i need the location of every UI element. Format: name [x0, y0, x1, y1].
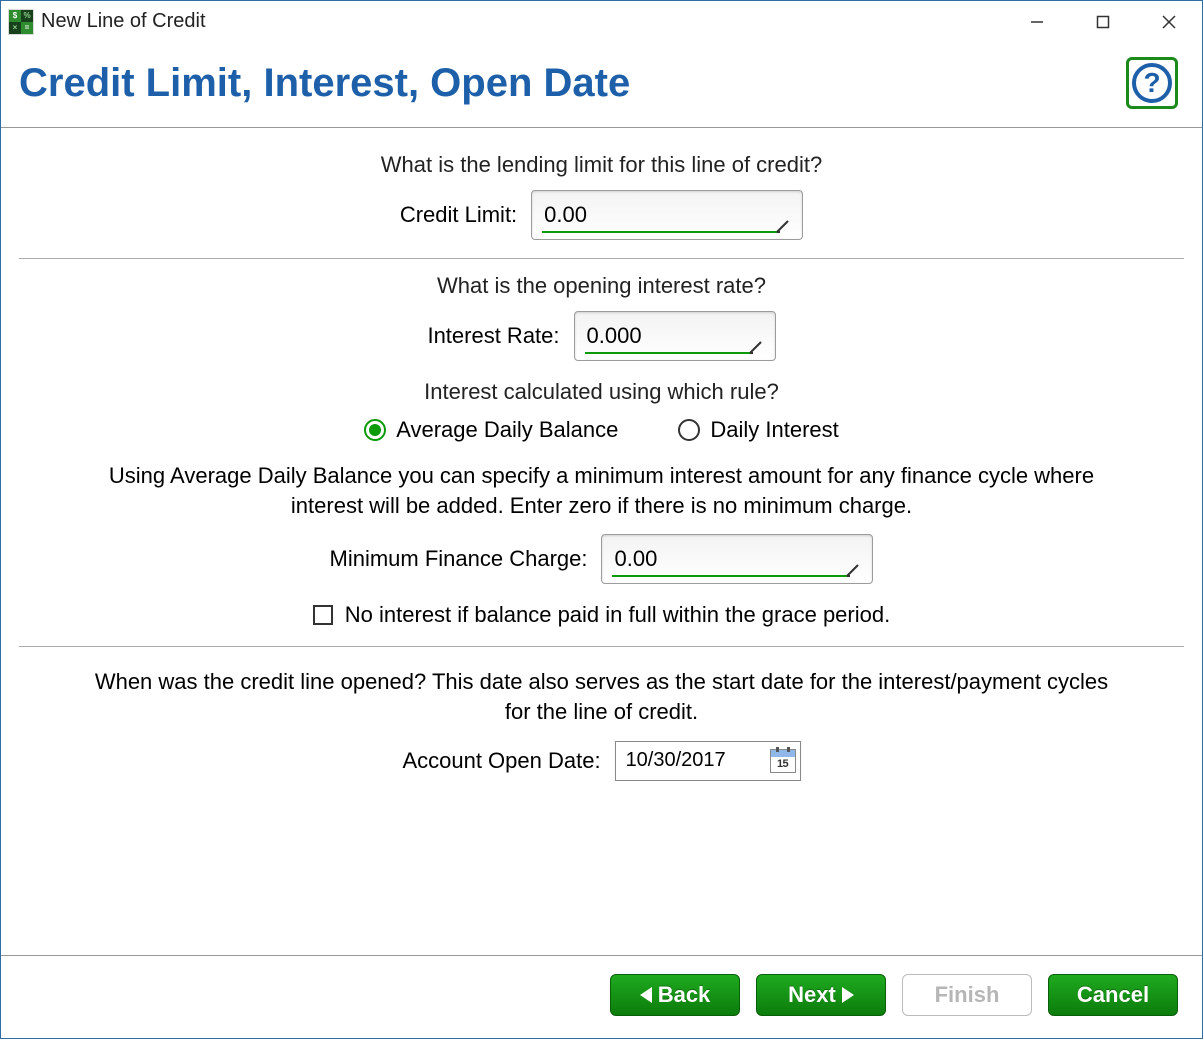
button-label: Next — [788, 982, 836, 1008]
radio-daily-interest[interactable]: Daily Interest — [678, 417, 838, 443]
calendar-button[interactable]: 15 — [766, 742, 800, 780]
min-finance-label: Minimum Finance Charge: — [330, 546, 588, 572]
help-icon: ? — [1132, 63, 1172, 103]
radio-average-daily-balance[interactable]: Average Daily Balance — [364, 417, 618, 443]
min-finance-row: Minimum Finance Charge: — [19, 534, 1184, 584]
open-date-label: Account Open Date: — [402, 748, 600, 774]
minimize-button[interactable] — [1004, 1, 1070, 42]
interest-rate-input-wrapper — [574, 311, 776, 361]
pencil-icon — [844, 559, 864, 579]
maximize-button[interactable] — [1070, 1, 1136, 42]
credit-limit-question: What is the lending limit for this line … — [19, 152, 1184, 178]
interest-rule-radio-group: Average Daily Balance Daily Interest — [19, 417, 1184, 443]
radio-icon — [678, 419, 700, 441]
open-date-row: Account Open Date: 15 — [19, 741, 1184, 781]
window-title: New Line of Credit — [41, 10, 206, 33]
page-header: Credit Limit, Interest, Open Date ? — [1, 43, 1202, 128]
calendar-icon: 15 — [770, 749, 796, 773]
radio-label: Average Daily Balance — [396, 417, 618, 443]
interest-rule-explanation: Using Average Daily Balance you can spec… — [79, 461, 1124, 520]
window-frame: $% ×= New Line of Credit Credit Limit, I… — [0, 0, 1203, 1039]
titlebar: $% ×= New Line of Credit — [1, 1, 1202, 43]
open-date-input-wrapper: 15 — [615, 741, 801, 781]
wizard-body: What is the lending limit for this line … — [1, 128, 1202, 955]
divider — [19, 646, 1184, 647]
open-date-question: When was the credit line opened? This da… — [79, 667, 1124, 726]
grace-period-check-row: No interest if balance paid in full with… — [19, 602, 1184, 628]
radio-icon — [364, 419, 386, 441]
page-title: Credit Limit, Interest, Open Date — [19, 61, 630, 106]
divider — [19, 258, 1184, 259]
grace-period-checkbox[interactable] — [313, 605, 333, 625]
credit-limit-input-wrapper — [531, 190, 803, 240]
button-label: Cancel — [1077, 982, 1149, 1008]
back-button[interactable]: Back — [610, 974, 740, 1016]
credit-limit-row: Credit Limit: — [19, 190, 1184, 240]
window-controls — [1004, 1, 1202, 42]
next-button[interactable]: Next — [756, 974, 886, 1016]
pencil-icon — [774, 215, 794, 235]
triangle-right-icon — [842, 987, 854, 1003]
grace-period-label: No interest if balance paid in full with… — [345, 602, 890, 628]
cancel-button[interactable]: Cancel — [1048, 974, 1178, 1016]
wizard-footer: Back Next Finish Cancel — [1, 955, 1202, 1038]
button-label: Finish — [935, 982, 1000, 1008]
credit-limit-label: Credit Limit: — [400, 202, 517, 228]
app-icon: $% ×= — [9, 10, 33, 34]
min-finance-input-wrapper — [601, 534, 873, 584]
interest-rate-label: Interest Rate: — [427, 323, 559, 349]
interest-rule-question: Interest calculated using which rule? — [19, 379, 1184, 405]
close-button[interactable] — [1136, 1, 1202, 42]
pencil-icon — [747, 336, 767, 356]
button-label: Back — [658, 982, 711, 1008]
triangle-left-icon — [640, 987, 652, 1003]
radio-label: Daily Interest — [710, 417, 838, 443]
open-date-input[interactable] — [616, 742, 766, 780]
help-button[interactable]: ? — [1126, 57, 1178, 109]
interest-rate-row: Interest Rate: — [19, 311, 1184, 361]
finish-button: Finish — [902, 974, 1032, 1016]
interest-rate-question: What is the opening interest rate? — [19, 273, 1184, 299]
